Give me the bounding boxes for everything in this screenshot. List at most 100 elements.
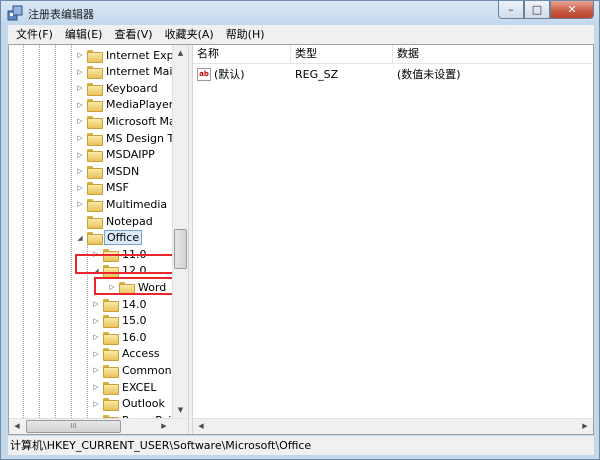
tree-item[interactable]: ▷ 16.0 [91, 329, 149, 345]
tree-item-label: Office [104, 230, 143, 246]
column-header-name[interactable]: 名称 [193, 45, 291, 63]
folder-icon [87, 198, 103, 212]
value-type: REG_SZ [295, 68, 339, 81]
menu-help[interactable]: 帮助(H) [220, 25, 271, 44]
tree-item-label: 14.0 [122, 297, 147, 311]
tree-expander-icon[interactable]: ▷ [75, 167, 85, 175]
tree-expander-icon[interactable]: ▷ [75, 84, 85, 92]
title-bar[interactable]: 注册表编辑器 – □ ✕ [1, 1, 599, 25]
tree-expander-icon[interactable]: ▷ [75, 151, 85, 159]
pane-area: ▷ Internet Explor ▷ Internet Mail a ▷ Keyboar… [8, 44, 594, 435]
tree-expander-icon[interactable]: ▷ [75, 134, 85, 142]
tree-item-label: 16.0 [122, 330, 147, 344]
scroll-up-arrow-icon[interactable]: ▲ [173, 45, 188, 61]
list-horizontal-scrollbar[interactable]: ◀ ▶ [193, 418, 593, 434]
tree-item[interactable]: ▷ Multimedia [75, 196, 169, 212]
tree-item[interactable]: ▷ MediaPlayer [75, 97, 175, 113]
scroll-right-arrow-icon[interactable]: ▶ [156, 419, 172, 434]
value-name: (默认) [214, 68, 245, 81]
value-row[interactable]: ab (默认) REG_SZ (数值未设置) [193, 66, 593, 83]
tree-guide-line [71, 45, 72, 434]
tree-guide-line [55, 45, 56, 434]
folder-icon [87, 165, 103, 179]
value-list: 名称 类型 数据 ab (默认) REG_SZ (数值未设置) ◀ ▶ [193, 45, 593, 434]
menu-edit[interactable]: 编辑(E) [59, 25, 109, 44]
folder-icon [103, 331, 119, 345]
tree-item[interactable]: ▷ Outlook [91, 396, 167, 412]
tree-item[interactable]: ▷ Access [91, 346, 162, 362]
regedit-icon [7, 5, 23, 21]
tree-expander-icon[interactable]: ▷ [91, 366, 101, 374]
close-button[interactable]: ✕ [550, 1, 594, 19]
tree-item-label: EXCEL [122, 380, 157, 394]
tree-expander-icon[interactable]: ◢ [75, 234, 85, 242]
tree-expander-icon[interactable]: ▷ [91, 317, 101, 325]
list-header: 名称 类型 数据 [193, 45, 593, 64]
registry-editor-window: 注册表编辑器 – □ ✕ 文件(F) 编辑(E) 查看(V) 收藏夹(A) 帮助… [0, 0, 600, 460]
tree-expander-icon[interactable]: ▷ [91, 333, 101, 341]
menu-bar: 文件(F) 编辑(E) 查看(V) 收藏夹(A) 帮助(H) [8, 25, 594, 44]
tree-expander-icon[interactable]: ▷ [75, 117, 85, 125]
horizontal-scroll-thumb[interactable]: III [26, 420, 121, 433]
tree-item-label: Notepad [106, 214, 153, 228]
tree-item[interactable]: ▷ MSDN [75, 163, 141, 179]
maximize-button[interactable]: □ [524, 1, 550, 19]
tree-item-label: Keyboard [106, 81, 158, 95]
highlight-box-12 [75, 254, 175, 274]
tree-item[interactable]: ▷ 15.0 [91, 313, 149, 329]
tree-item[interactable]: ▷ MSF [75, 180, 131, 196]
tree-item-label: MSF [106, 181, 129, 195]
tree-item[interactable]: ▷ Common [91, 362, 174, 378]
tree-item-label: Outlook [122, 397, 165, 411]
scroll-down-arrow-icon[interactable]: ▼ [173, 402, 188, 418]
folder-icon [103, 398, 119, 412]
column-header-data[interactable]: 数据 [393, 45, 593, 63]
tree-vertical-scrollbar[interactable]: ▲ ▼ [172, 45, 188, 418]
tree-item-label: Common [122, 363, 172, 377]
tree-item[interactable]: ▷ MSDAIPP [75, 147, 157, 163]
minimize-button[interactable]: – [498, 1, 524, 19]
tree-item-label: MediaPlayer [106, 98, 174, 112]
tree-guide-line [23, 45, 24, 434]
window-title: 注册表编辑器 [28, 8, 94, 21]
scroll-left-arrow-icon[interactable]: ◀ [193, 419, 209, 434]
tree-expander-icon[interactable]: ▷ [75, 101, 85, 109]
tree-expander-icon[interactable]: ▷ [91, 400, 101, 408]
folder-icon [87, 232, 103, 246]
scroll-left-arrow-icon[interactable]: ◀ [9, 419, 25, 434]
tree-item[interactable]: ▷ 14.0 [91, 296, 149, 312]
menu-file[interactable]: 文件(F) [10, 25, 59, 44]
tree-item-label: Microsoft Mar [106, 114, 181, 128]
tree-item-label: Access [122, 347, 160, 361]
tree-expander-icon[interactable]: ▷ [75, 68, 85, 76]
tree-expander-icon[interactable]: ▷ [75, 200, 85, 208]
string-value-icon: ab [197, 68, 211, 81]
tree-item[interactable]: ▷ Internet Mail a [75, 64, 188, 80]
menu-view[interactable]: 查看(V) [108, 25, 158, 44]
folder-icon [103, 381, 119, 395]
tree-expander-icon[interactable]: ▷ [75, 184, 85, 192]
tree-expander-icon[interactable]: ▷ [91, 383, 101, 391]
tree-item[interactable]: ▷ Microsoft Mar [75, 113, 182, 129]
tree-item[interactable]: Notepad [75, 213, 155, 229]
tree-horizontal-scrollbar[interactable]: ◀ III ▶ [9, 418, 188, 434]
vertical-scroll-thumb[interactable] [174, 229, 187, 269]
tree-item[interactable]: ▷ MS Design Too [75, 130, 188, 146]
menu-favorites[interactable]: 收藏夹(A) [159, 25, 220, 44]
folder-icon [87, 149, 103, 163]
column-header-type[interactable]: 类型 [291, 45, 393, 63]
tree-expander-icon[interactable]: ▷ [91, 300, 101, 308]
scroll-right-arrow-icon[interactable]: ▶ [577, 419, 593, 434]
tree-expander-icon[interactable]: ▷ [75, 51, 85, 59]
status-bar-path: 计算机\HKEY_CURRENT_USER\Software\Microsoft… [8, 436, 594, 455]
registry-tree: ▷ Internet Explor ▷ Internet Mail a ▷ Keyboar… [9, 45, 188, 434]
folder-icon [103, 364, 119, 378]
tree-guide-line [39, 45, 40, 434]
folder-icon [87, 99, 103, 113]
folder-icon [87, 182, 103, 196]
tree-item[interactable]: ◢ Office [75, 230, 143, 246]
tree-item[interactable]: ▷ Keyboard [75, 80, 160, 96]
tree-expander-icon[interactable]: ▷ [91, 350, 101, 358]
folder-icon [87, 132, 103, 146]
tree-item[interactable]: ▷ EXCEL [91, 379, 158, 395]
